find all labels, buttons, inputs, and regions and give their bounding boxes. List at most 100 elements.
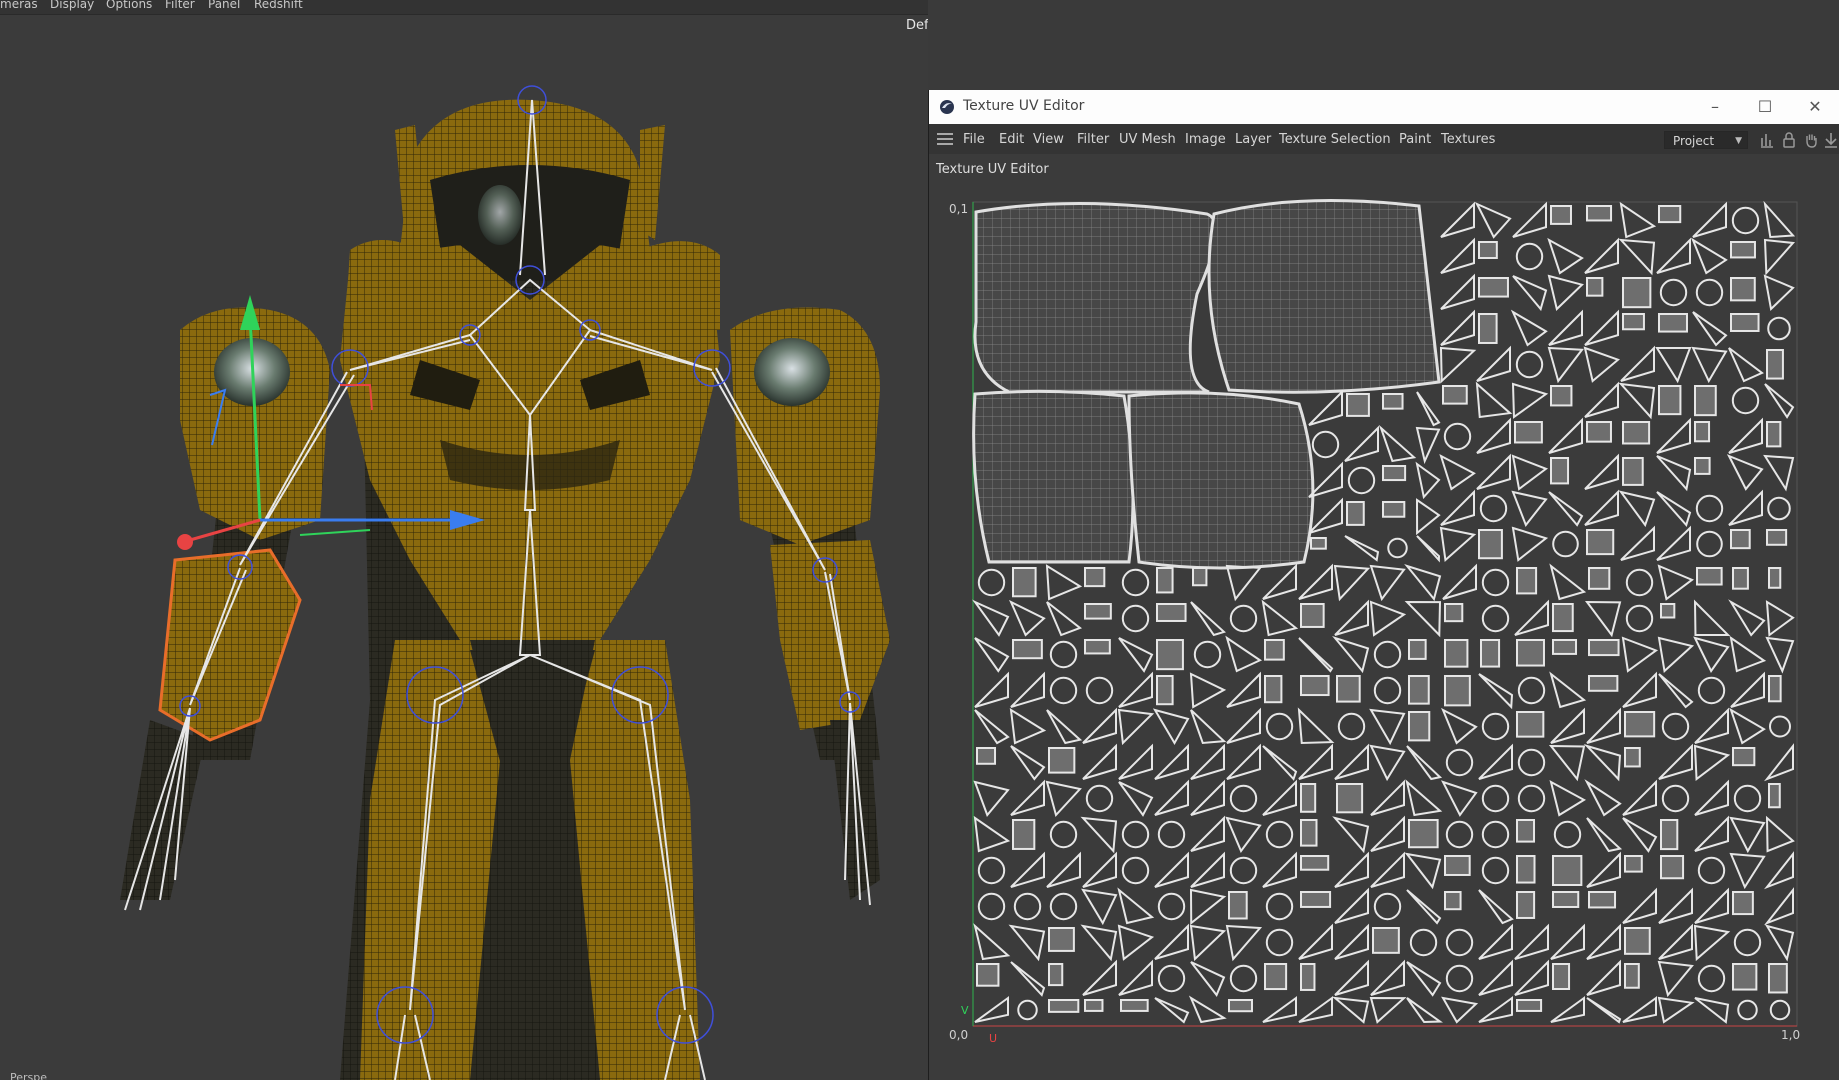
uv-island <box>1516 999 1543 1012</box>
menu-edit[interactable]: Edit <box>999 132 1024 147</box>
uv-island <box>1514 421 1543 444</box>
uv-island <box>1516 891 1536 919</box>
menu-paint[interactable]: Paint <box>1399 132 1431 147</box>
uv-island <box>1336 675 1361 703</box>
uv-island <box>1586 205 1613 222</box>
uv-panel-label: Texture UV Editor <box>936 162 1049 177</box>
uv-island <box>1300 855 1330 871</box>
uv-island <box>1732 963 1758 991</box>
uv-island <box>1732 747 1756 767</box>
robot-scene[interactable] <box>0 0 928 1080</box>
uv-island <box>1660 603 1676 619</box>
uv-island <box>1300 891 1332 908</box>
uv-island <box>1300 603 1325 628</box>
menu-uv-mesh[interactable]: UV Mesh <box>1119 132 1176 147</box>
uv-island <box>1624 927 1651 955</box>
uv-island <box>1156 675 1174 706</box>
menu-file[interactable]: File <box>963 132 985 147</box>
uv-island <box>1156 603 1187 622</box>
menu-texture-selection[interactable]: Texture Selection <box>1279 132 1391 147</box>
menu-view[interactable]: View <box>1033 132 1064 147</box>
uv-island <box>1624 963 1640 989</box>
close-button[interactable]: ✕ <box>1790 90 1839 124</box>
uv-island <box>1766 349 1784 380</box>
lock-icon[interactable] <box>1782 132 1796 148</box>
uv-island <box>976 747 997 765</box>
uv-island <box>1730 313 1760 332</box>
uv-island <box>1768 675 1782 703</box>
uv-island <box>1622 457 1644 486</box>
uv-island <box>1732 891 1754 916</box>
uv-island <box>1588 891 1617 909</box>
uv-island <box>1300 675 1330 697</box>
uv-titlebar[interactable]: Texture UV Editor – ☐ ✕ <box>929 90 1839 124</box>
robot-right-arm <box>120 307 330 900</box>
uv-island <box>1084 567 1106 588</box>
uv-island <box>1382 393 1404 410</box>
maximize-button[interactable]: ☐ <box>1740 90 1790 124</box>
uv-island <box>1478 277 1509 298</box>
uv-island <box>1444 855 1471 876</box>
menu-image[interactable]: Image <box>1185 132 1226 147</box>
histogram-icon[interactable] <box>1760 132 1774 148</box>
uv-island <box>1658 205 1682 224</box>
uv-island <box>1478 241 1498 260</box>
uv-island <box>1696 567 1723 586</box>
uv-island <box>1300 819 1318 847</box>
uv-canvas[interactable]: 0,1 0,0 1,0 U V <box>929 182 1839 1080</box>
texture-uv-editor-window[interactable]: Texture UV Editor – ☐ ✕ File Edit View F… <box>928 90 1839 1080</box>
uv-island <box>1048 747 1076 774</box>
uv-island <box>1408 675 1430 705</box>
uv-island <box>1048 963 1064 987</box>
uv-island <box>1264 675 1283 704</box>
uv-island <box>1586 529 1615 556</box>
uv-island <box>1588 567 1611 590</box>
uv-island <box>1478 313 1498 344</box>
uv-island <box>1730 277 1756 302</box>
uv-island <box>1694 457 1711 475</box>
uv-island <box>1084 603 1112 620</box>
robot-left-arm <box>730 307 890 900</box>
uv-island <box>1310 537 1327 550</box>
uv-island <box>1012 819 1036 850</box>
minimize-button[interactable]: – <box>1690 90 1740 124</box>
menu-textures[interactable]: Textures <box>1441 132 1495 147</box>
uv-mesh-layout[interactable] <box>929 182 1839 1080</box>
uv-island <box>1768 783 1781 809</box>
uv-island <box>1586 277 1604 297</box>
project-select[interactable]: Project ▼ <box>1664 131 1748 149</box>
uv-island <box>1192 567 1208 587</box>
uv-island <box>1300 963 1316 991</box>
uv-island <box>1768 963 1788 994</box>
uv-island <box>1264 639 1285 661</box>
uv-island <box>1552 891 1580 908</box>
uv-island <box>1300 783 1317 813</box>
uv-island <box>1048 999 1080 1013</box>
uv-island <box>1550 457 1570 485</box>
uv-island <box>1012 639 1043 660</box>
uv-island <box>1408 711 1431 742</box>
dock-arrow-icon[interactable] <box>1824 132 1838 148</box>
uv-island <box>1552 639 1578 655</box>
uv-island <box>1264 963 1288 991</box>
uv-island <box>1336 783 1364 814</box>
menu-layer[interactable]: Layer <box>1235 132 1271 147</box>
hand-pan-icon[interactable] <box>1804 132 1818 148</box>
uv-island <box>1382 465 1407 482</box>
hamburger-menu-icon[interactable] <box>937 133 953 145</box>
uv-island <box>1552 603 1574 633</box>
uv-island <box>1550 385 1573 407</box>
uv-island <box>1478 529 1503 560</box>
uv-island <box>1120 999 1149 1012</box>
uv-island <box>1768 567 1782 589</box>
uv-island <box>1732 567 1749 590</box>
uv-island <box>1228 891 1248 920</box>
uv-island <box>1444 891 1462 911</box>
menu-filter[interactable]: Filter <box>1077 132 1109 147</box>
uv-island <box>1624 855 1643 873</box>
3d-viewport[interactable]: meras Display Options Filter Panel Redsh… <box>0 0 928 1080</box>
uv-island <box>1156 567 1174 594</box>
uv-island <box>1228 999 1253 1013</box>
uv-island <box>1516 819 1536 843</box>
uv-island <box>1480 639 1501 668</box>
